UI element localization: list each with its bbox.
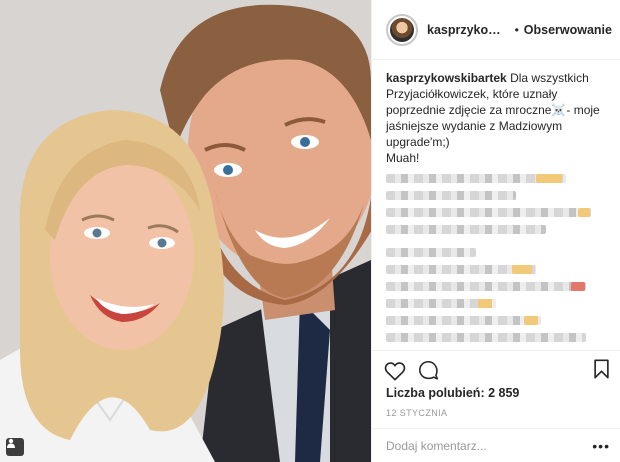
post-username[interactable]: kasprzykowski... — [427, 23, 510, 37]
heart-icon[interactable] — [384, 361, 406, 381]
blurred-comment-line — [386, 316, 541, 325]
blurred-comment-line — [386, 265, 536, 274]
more-options-icon[interactable]: ••• — [592, 438, 610, 454]
post-caption: kasprzykowskibartek Dla wszystkich Przyj… — [386, 70, 606, 166]
bookmark-icon[interactable] — [593, 359, 610, 384]
caption-username[interactable]: kasprzykowskibartek — [386, 71, 507, 85]
selfie-illustration — [0, 0, 371, 462]
blurred-comment-line — [386, 174, 566, 183]
follow-button[interactable]: Obserwowanie — [524, 23, 612, 37]
comments-section: kasprzykowskibartek Dla wszystkich Przyj… — [372, 60, 620, 350]
blurred-comment-line — [386, 333, 586, 342]
blurred-comment-line — [386, 225, 546, 234]
post-date[interactable]: 12 STYCZNIA — [372, 400, 620, 418]
blurred-comment-line — [386, 191, 516, 200]
likes-count[interactable]: Liczba polubień: 2 859 — [372, 382, 620, 400]
blurred-comment-line — [386, 248, 476, 257]
avatar[interactable] — [386, 13, 418, 46]
post-header: kasprzykowski... • Obserwowanie — [372, 0, 620, 60]
comment-form: ••• — [372, 428, 620, 462]
speech-bubble-icon[interactable] — [418, 360, 439, 381]
blurred-comment-line — [386, 299, 496, 308]
comment-input[interactable] — [386, 438, 593, 453]
blurred-comments — [386, 174, 606, 350]
blurred-comment-line — [386, 282, 586, 291]
instagram-post: kasprzykowski... • Obserwowanie kasprzyk… — [0, 0, 620, 462]
post-side-panel: kasprzykowski... • Obserwowanie kasprzyk… — [371, 0, 620, 462]
blurred-comment-line — [386, 208, 591, 217]
tagged-users-icon[interactable] — [6, 438, 24, 456]
header-separator: • — [514, 22, 519, 37]
post-photo[interactable] — [0, 0, 371, 462]
avatar-image — [390, 17, 414, 42]
post-actions — [372, 350, 620, 382]
caption-line-2: Muah! — [386, 151, 420, 165]
